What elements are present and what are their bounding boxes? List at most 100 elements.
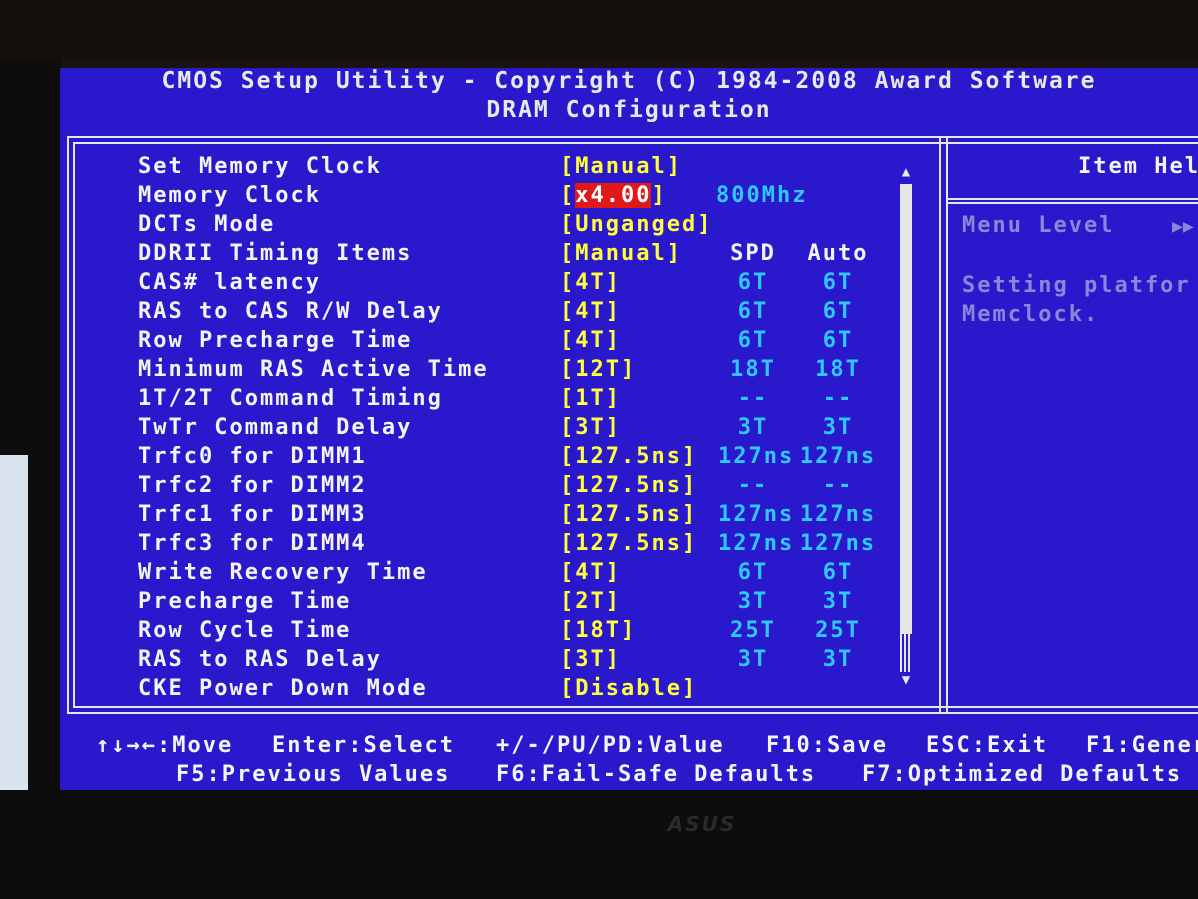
auto-column-header: Auto bbox=[807, 241, 869, 266]
auto-value: 6T bbox=[822, 560, 854, 585]
spd-value: 6T bbox=[737, 560, 769, 585]
setting-value[interactable]: [Disable] bbox=[560, 676, 697, 701]
setting-label: Row Cycle Time bbox=[138, 618, 352, 643]
setting-row[interactable]: Set Memory Clock [Manual] bbox=[128, 154, 928, 183]
setting-row[interactable]: CAS# latency [4T] 6T 6T bbox=[128, 270, 928, 299]
footer-select-hint: Enter:Select bbox=[272, 733, 455, 758]
setting-row[interactable]: RAS to CAS R/W Delay [4T] 6T 6T bbox=[128, 299, 928, 328]
setting-value[interactable]: [4T] bbox=[560, 328, 621, 353]
item-help-title: Item Hel bbox=[1078, 154, 1198, 179]
setting-label: DDRII Timing Items bbox=[138, 241, 413, 266]
setting-row[interactable]: Row Precharge Time [4T] 6T 6T bbox=[128, 328, 928, 357]
menu-level-arrow-icon: ▶▶ bbox=[1172, 216, 1194, 237]
setting-label: Trfc0 for DIMM1 bbox=[138, 444, 367, 469]
selected-value-highlight[interactable]: x4.00 bbox=[575, 183, 652, 208]
footer-failsafe-hint: F6:Fail-Safe Defaults bbox=[496, 762, 817, 787]
scroll-down-arrow-icon[interactable]: ▼ bbox=[897, 672, 915, 692]
footer-optimized-hint: F7:Optimized Defaults bbox=[862, 762, 1183, 787]
setting-label: Trfc3 for DIMM4 bbox=[138, 531, 367, 556]
setting-value[interactable]: [127.5ns] bbox=[560, 502, 697, 527]
setting-label: Set Memory Clock bbox=[138, 154, 382, 179]
setting-label: RAS to CAS R/W Delay bbox=[138, 299, 443, 324]
setting-row[interactable]: RAS to RAS Delay [3T] 3T 3T bbox=[128, 647, 928, 676]
setting-label: 1T/2T Command Timing bbox=[138, 386, 443, 411]
auto-value: 6T bbox=[822, 328, 854, 353]
spd-value: 3T bbox=[737, 415, 769, 440]
spd-value: 127ns bbox=[718, 444, 795, 469]
setting-row[interactable]: Row Cycle Time [18T] 25T 25T bbox=[128, 618, 928, 647]
footer-previous-hint: F5:Previous Values bbox=[176, 762, 451, 787]
spd-value: 127ns bbox=[718, 531, 795, 556]
spd-column-header: SPD bbox=[730, 241, 776, 266]
footer-save-hint: F10:Save bbox=[766, 733, 888, 758]
monitor-bezel-top bbox=[0, 0, 1198, 58]
setting-value[interactable]: [12T] bbox=[560, 357, 636, 382]
setting-row[interactable]: Trfc1 for DIMM3 [127.5ns] 127ns 127ns bbox=[128, 502, 928, 531]
setting-value[interactable]: [3T] bbox=[560, 415, 621, 440]
auto-value: 127ns bbox=[799, 531, 877, 556]
setting-label: Trfc1 for DIMM3 bbox=[138, 502, 367, 527]
scroll-grip[interactable] bbox=[900, 634, 912, 672]
setting-label: Trfc2 for DIMM2 bbox=[138, 473, 367, 498]
scroll-thumb[interactable] bbox=[900, 184, 912, 634]
settings-scrollbar[interactable]: ▲ ▼ bbox=[897, 164, 915, 692]
setting-value[interactable]: [127.5ns] bbox=[560, 531, 697, 556]
setting-row[interactable]: Write Recovery Time [4T] 6T 6T bbox=[128, 560, 928, 589]
setting-value[interactable]: [2T] bbox=[560, 589, 621, 614]
auto-value: -- bbox=[822, 386, 854, 411]
setting-label: Write Recovery Time bbox=[138, 560, 428, 585]
spd-value: -- bbox=[737, 473, 769, 498]
setting-row[interactable]: Trfc0 for DIMM1 [127.5ns] 127ns 127ns bbox=[128, 444, 928, 473]
setting-label: DCTs Mode bbox=[138, 212, 276, 237]
spd-value: 6T bbox=[737, 328, 769, 353]
setting-value[interactable]: [4T] bbox=[560, 299, 621, 324]
auto-value: 18T bbox=[815, 357, 861, 382]
help-menu-level: Menu Level bbox=[962, 213, 1115, 238]
spd-value: 6T bbox=[737, 299, 769, 324]
setting-row[interactable]: Trfc3 for DIMM4 [127.5ns] 127ns 127ns bbox=[128, 531, 928, 560]
auto-value: 25T bbox=[815, 618, 861, 643]
setting-row[interactable]: DDRII Timing Items [Manual] SPD Auto bbox=[128, 241, 928, 270]
setting-row[interactable]: DCTs Mode [Unganged] bbox=[128, 212, 928, 241]
setting-label: CAS# latency bbox=[138, 270, 321, 295]
setting-row[interactable]: Precharge Time [2T] 3T 3T bbox=[128, 589, 928, 618]
page-title: DRAM Configuration bbox=[486, 97, 772, 123]
panel-divider bbox=[939, 138, 948, 712]
setting-value[interactable]: [18T] bbox=[560, 618, 636, 643]
help-text-line: Setting platfor bbox=[962, 273, 1191, 298]
setting-value[interactable]: [127.5ns] bbox=[560, 444, 697, 469]
memory-frequency-readout: 800Mhz bbox=[716, 183, 808, 208]
spd-value: 6T bbox=[737, 270, 769, 295]
setting-label: RAS to RAS Delay bbox=[138, 647, 382, 672]
setting-label: TwTr Command Delay bbox=[138, 415, 413, 440]
spd-value: 18T bbox=[730, 357, 776, 382]
auto-value: 6T bbox=[822, 270, 854, 295]
setting-row[interactable]: Minimum RAS Active Time [12T] 18T 18T bbox=[128, 357, 928, 386]
setting-value[interactable]: [Unganged] bbox=[560, 212, 712, 237]
auto-value: 3T bbox=[822, 647, 854, 672]
auto-value: 127ns bbox=[799, 502, 877, 527]
bios-screen: CMOS Setup Utility - Copyright (C) 1984-… bbox=[60, 68, 1198, 790]
monitor-brand-logo: ASUS bbox=[667, 812, 737, 836]
setting-row[interactable]: CKE Power Down Mode [Disable] bbox=[128, 676, 928, 705]
setting-value[interactable]: [Manual] bbox=[560, 241, 682, 266]
setting-value[interactable]: [1T] bbox=[560, 386, 621, 411]
setting-value[interactable]: [4T] bbox=[560, 270, 621, 295]
setting-row[interactable]: Trfc2 for DIMM2 [127.5ns] -- -- bbox=[128, 473, 928, 502]
setting-row[interactable]: 1T/2T Command Timing [1T] -- -- bbox=[128, 386, 928, 415]
setting-value[interactable]: [3T] bbox=[560, 647, 621, 672]
setting-row[interactable]: Memory Clock [x4.00] 800Mhz bbox=[128, 183, 928, 212]
setting-value[interactable]: [x4.00] bbox=[560, 183, 667, 208]
setting-value[interactable]: [Manual] bbox=[560, 154, 682, 179]
spd-value: 127ns bbox=[718, 502, 795, 527]
setting-value[interactable]: [4T] bbox=[560, 560, 621, 585]
help-header-divider bbox=[948, 198, 1198, 204]
monitor-bezel-bottom bbox=[0, 790, 1198, 899]
scroll-up-arrow-icon[interactable]: ▲ bbox=[897, 164, 915, 184]
footer-exit-hint: ESC:Exit bbox=[926, 733, 1048, 758]
help-text-line: Memclock. bbox=[962, 302, 1100, 327]
setting-value[interactable]: [127.5ns] bbox=[560, 473, 697, 498]
auto-value: 127ns bbox=[799, 444, 877, 469]
setting-label: Memory Clock bbox=[138, 183, 321, 208]
setting-row[interactable]: TwTr Command Delay [3T] 3T 3T bbox=[128, 415, 928, 444]
